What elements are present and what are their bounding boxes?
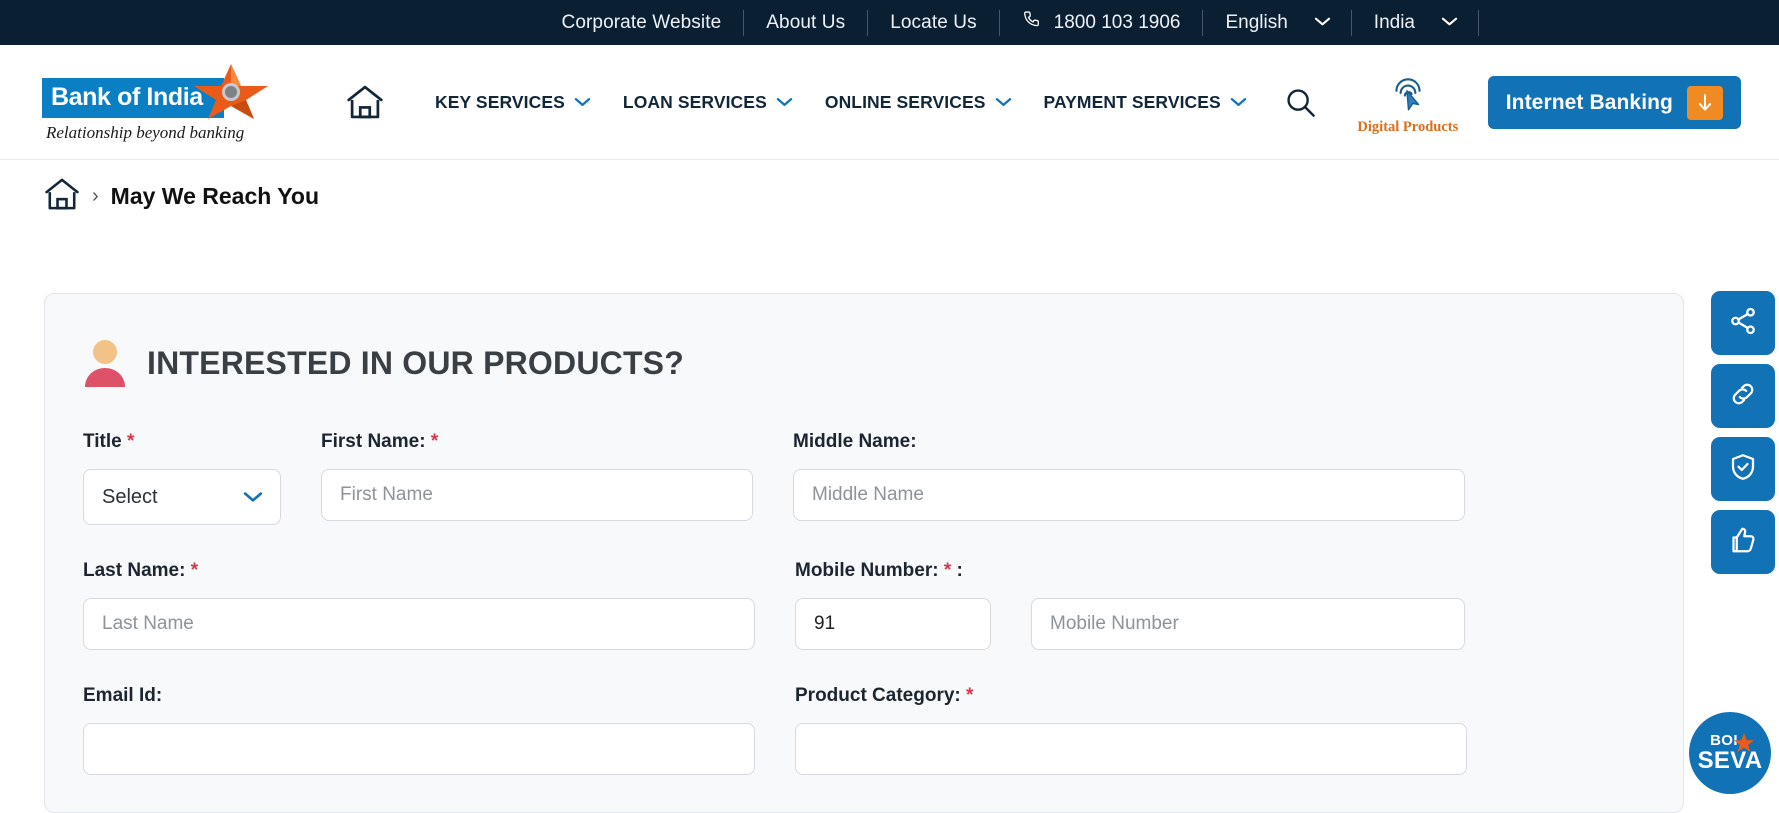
field-group-first-name: First Name: * bbox=[321, 431, 753, 525]
main-navigation: KEY SERVICES LOAN SERVICES ONLINE SERVIC… bbox=[346, 72, 1460, 135]
thumbs-up-icon bbox=[1728, 525, 1758, 560]
email-label: Email Id: bbox=[83, 685, 163, 706]
country-selector-value: India bbox=[1373, 11, 1415, 33]
star-icon bbox=[1733, 732, 1755, 759]
user-avatar-icon bbox=[83, 339, 127, 387]
tap-cursor-icon bbox=[1387, 76, 1429, 117]
chevron-down-icon bbox=[1441, 15, 1458, 30]
required-asterisk: * bbox=[127, 431, 135, 452]
country-selector[interactable]: India bbox=[1352, 12, 1478, 34]
utility-topbar: Corporate Website About Us Locate Us 180… bbox=[0, 0, 1779, 45]
topbar-divider bbox=[1478, 9, 1479, 36]
email-input[interactable] bbox=[83, 723, 755, 775]
last-name-label: Last Name: * bbox=[83, 560, 199, 581]
field-group-middle-name: Middle Name: bbox=[793, 431, 1465, 525]
field-group-title: Title * Select bbox=[83, 431, 281, 525]
required-asterisk: * bbox=[190, 560, 199, 581]
product-category-select[interactable] bbox=[795, 723, 1467, 775]
breadcrumb: › May We Reach You bbox=[0, 160, 1779, 232]
title-select-wrap: Select bbox=[83, 469, 281, 525]
search-icon[interactable] bbox=[1285, 87, 1316, 118]
logo-mark: Bank of India bbox=[42, 62, 272, 120]
middle-name-input[interactable] bbox=[793, 469, 1465, 521]
required-asterisk: * bbox=[430, 431, 439, 452]
country-code-input[interactable] bbox=[795, 598, 991, 650]
star-icon bbox=[190, 62, 272, 120]
form-row-3: Email Id: Product Category: * bbox=[83, 685, 1645, 775]
mobile-label-suffix: : bbox=[956, 560, 963, 581]
required-asterisk: * bbox=[966, 685, 974, 706]
language-selector-value: English bbox=[1225, 11, 1288, 33]
feedback-button[interactable] bbox=[1711, 510, 1775, 574]
form-header: INTERESTED IN OUR PRODUCTS? bbox=[83, 339, 1645, 387]
title-select[interactable]: Select bbox=[83, 469, 281, 525]
topbar-link-locate-us[interactable]: Locate Us bbox=[868, 12, 998, 34]
required-asterisk: * bbox=[943, 560, 952, 581]
home-icon[interactable] bbox=[44, 177, 80, 216]
breadcrumb-current-page: May We Reach You bbox=[110, 182, 320, 209]
digital-products-link[interactable]: Digital Products bbox=[1356, 76, 1460, 136]
chevron-down-icon bbox=[995, 92, 1012, 113]
field-group-product-category: Product Category: * bbox=[795, 685, 1467, 775]
nav-item-label: ONLINE SERVICES bbox=[824, 91, 986, 112]
topbar-link-about-us[interactable]: About Us bbox=[744, 12, 867, 34]
chevron-down-icon bbox=[574, 92, 591, 113]
floating-action-rail bbox=[1711, 291, 1775, 574]
title-select-value: Select bbox=[102, 485, 158, 508]
chevron-down-icon bbox=[776, 92, 793, 113]
site-header: Bank of India Relationship beyond bankin… bbox=[0, 45, 1779, 160]
logo-bank-name: Bank of India bbox=[51, 83, 203, 111]
home-icon[interactable] bbox=[346, 84, 384, 120]
nav-item-loan-services[interactable]: LOAN SERVICES bbox=[607, 92, 809, 113]
middle-name-label: Middle Name: bbox=[793, 431, 917, 452]
topbar-phone[interactable]: 1800 103 1906 bbox=[1000, 9, 1203, 36]
nav-item-online-services[interactable]: ONLINE SERVICES bbox=[809, 92, 1028, 113]
arrow-down-icon bbox=[1687, 85, 1723, 120]
breadcrumb-separator: › bbox=[92, 184, 99, 207]
nav-item-label: LOAN SERVICES bbox=[622, 91, 767, 112]
title-label: Title * bbox=[83, 431, 135, 452]
first-name-label: First Name: * bbox=[321, 431, 439, 452]
nav-item-label: PAYMENT SERVICES bbox=[1043, 91, 1221, 112]
field-group-email: Email Id: bbox=[83, 685, 755, 775]
topbar-link-corporate-website[interactable]: Corporate Website bbox=[540, 12, 744, 34]
product-category-label: Product Category: * bbox=[795, 685, 974, 706]
nav-item-key-services[interactable]: KEY SERVICES bbox=[419, 92, 607, 113]
digital-products-label: Digital Products bbox=[1357, 119, 1459, 135]
nav-item-label: KEY SERVICES bbox=[435, 91, 565, 112]
field-group-last-name: Last Name: * bbox=[83, 560, 755, 650]
share-icon bbox=[1728, 306, 1758, 341]
boi-seva-chat-button[interactable]: BOI SEVA bbox=[1689, 712, 1771, 794]
page-title: INTERESTED IN OUR PRODUCTS? bbox=[147, 344, 684, 381]
form-row-2: Last Name: * Mobile Number: * : bbox=[83, 560, 1645, 650]
chevron-down-icon bbox=[1230, 92, 1247, 113]
logo-tagline: Relationship beyond banking bbox=[46, 122, 245, 142]
last-name-input[interactable] bbox=[83, 598, 755, 650]
bank-logo[interactable]: Bank of India Relationship beyond bankin… bbox=[42, 62, 282, 143]
mobile-inputs bbox=[795, 598, 1465, 650]
topbar-phone-number: 1800 103 1906 bbox=[1053, 11, 1181, 33]
interest-form-card: INTERESTED IN OUR PRODUCTS? Title * Sele… bbox=[44, 293, 1684, 813]
copy-link-button[interactable] bbox=[1711, 364, 1775, 428]
phone-icon bbox=[1022, 9, 1043, 36]
mobile-number-input[interactable] bbox=[1031, 598, 1465, 650]
shield-check-icon bbox=[1728, 452, 1758, 487]
field-group-mobile: Mobile Number: * : bbox=[795, 560, 1465, 650]
mobile-label: Mobile Number: * : bbox=[795, 560, 963, 581]
chevron-down-icon bbox=[1314, 15, 1330, 30]
first-name-input[interactable] bbox=[321, 469, 753, 521]
language-selector[interactable]: English bbox=[1203, 12, 1350, 34]
form-row-1: Title * Select First Name: * Middle N bbox=[83, 431, 1645, 525]
share-button[interactable] bbox=[1711, 291, 1775, 355]
internet-banking-button[interactable]: Internet Banking bbox=[1487, 76, 1741, 129]
nav-item-payment-services[interactable]: PAYMENT SERVICES bbox=[1028, 92, 1263, 113]
security-button[interactable] bbox=[1711, 437, 1775, 501]
link-icon bbox=[1728, 379, 1758, 414]
internet-banking-label: Internet Banking bbox=[1505, 90, 1673, 114]
